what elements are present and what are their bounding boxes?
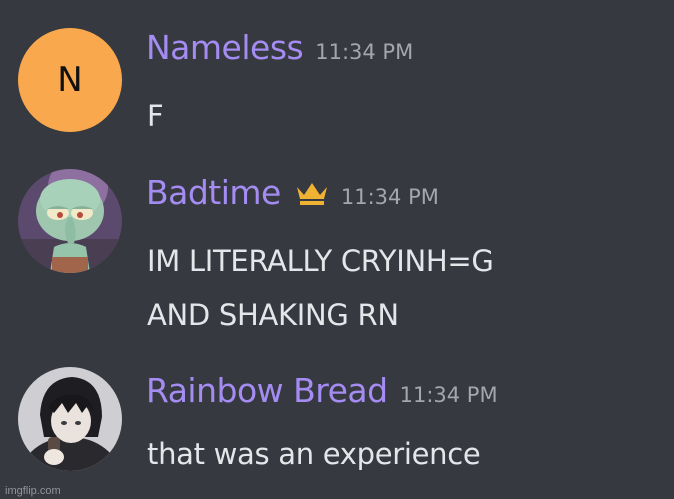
message-header: Badtime 11:34 PM: [146, 173, 439, 212]
message-rainbow-bread: Rainbow Bread 11:34 PM that was an exper…: [0, 360, 674, 499]
watermark: imgflip.com: [5, 485, 61, 497]
avatar-badtime[interactable]: [18, 169, 122, 273]
timestamp: 11:34 PM: [399, 383, 498, 407]
message-content: IM LITERALLY CRYINH=G AND SHAKING RN: [147, 234, 494, 342]
avatar-nameless[interactable]: N: [18, 28, 122, 132]
username[interactable]: Rainbow Bread: [146, 371, 388, 410]
avatar-rainbow-bread[interactable]: [18, 367, 122, 471]
message-line: AND SHAKING RN: [147, 298, 399, 332]
timestamp: 11:34 PM: [315, 40, 414, 64]
message-content: F: [147, 89, 164, 143]
message-line: that was an experience: [147, 437, 481, 471]
username[interactable]: Badtime: [146, 173, 281, 212]
timestamp: 11:34 PM: [340, 185, 439, 209]
anime-avatar-image: [18, 367, 122, 471]
message-line: F: [147, 99, 164, 133]
message-nameless: N Nameless 11:34 PM F: [0, 0, 674, 160]
username[interactable]: Nameless: [146, 28, 304, 67]
message-badtime: Badtime 11:34 PM IM LITERALLY CRYINH=G A…: [0, 160, 674, 360]
avatar-letter: N: [57, 60, 83, 100]
message-line: IM LITERALLY CRYINH=G: [147, 244, 494, 278]
message-header: Rainbow Bread 11:34 PM: [146, 371, 498, 410]
crown-icon: [295, 179, 329, 207]
message-content: that was an experience: [147, 427, 481, 481]
message-header: Nameless 11:34 PM: [146, 28, 413, 67]
squidward-avatar-image: [18, 169, 122, 273]
